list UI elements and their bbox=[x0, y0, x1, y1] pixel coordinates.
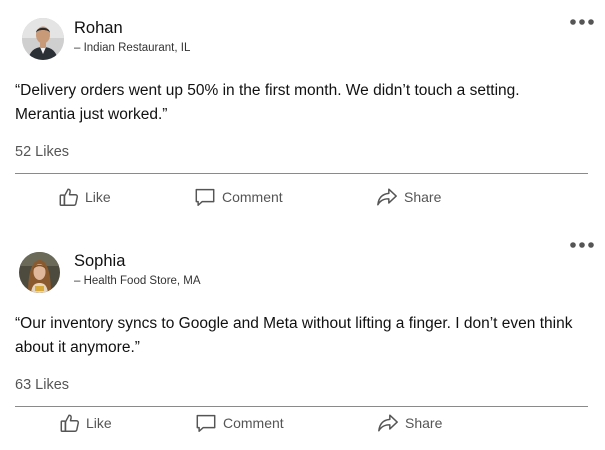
post-quote: “Delivery orders went up 50% in the firs… bbox=[15, 82, 520, 123]
divider bbox=[15, 173, 588, 174]
comment-label: Comment bbox=[223, 415, 284, 431]
avatar[interactable] bbox=[22, 18, 64, 60]
share-label: Share bbox=[405, 415, 443, 431]
like-button[interactable]: Like bbox=[59, 411, 112, 435]
likes-count[interactable]: 63 Likes bbox=[15, 376, 69, 394]
more-options-icon[interactable] bbox=[569, 237, 595, 253]
like-button[interactable]: Like bbox=[58, 185, 111, 209]
more-options-icon[interactable] bbox=[569, 14, 595, 30]
share-arrow-icon bbox=[377, 412, 399, 434]
post-quote: “Our inventory syncs to Google and Meta … bbox=[15, 315, 573, 356]
comment-bubble-icon bbox=[195, 412, 217, 434]
like-label: Like bbox=[86, 415, 112, 431]
comment-button[interactable]: Comment bbox=[194, 185, 283, 209]
man-avatar-image bbox=[22, 18, 64, 60]
share-label: Share bbox=[404, 189, 442, 205]
author-business: – Health Food Store, MA bbox=[74, 275, 201, 287]
thumbs-up-icon bbox=[58, 186, 80, 208]
avatar[interactable] bbox=[19, 252, 60, 293]
comment-bubble-icon bbox=[194, 186, 216, 208]
thumbs-up-icon bbox=[59, 412, 81, 434]
comment-button[interactable]: Comment bbox=[195, 411, 284, 435]
like-label: Like bbox=[85, 189, 111, 205]
divider bbox=[15, 406, 588, 407]
share-button[interactable]: Share bbox=[376, 185, 441, 209]
author-name[interactable]: Rohan bbox=[74, 18, 123, 38]
woman-avatar-image bbox=[19, 252, 60, 293]
author-name[interactable]: Sophia bbox=[74, 251, 125, 271]
author-business: – Indian Restaurant, IL bbox=[74, 42, 191, 54]
share-arrow-icon bbox=[376, 186, 398, 208]
likes-count[interactable]: 52 Likes bbox=[15, 143, 69, 161]
share-button[interactable]: Share bbox=[377, 411, 442, 435]
comment-label: Comment bbox=[222, 189, 283, 205]
